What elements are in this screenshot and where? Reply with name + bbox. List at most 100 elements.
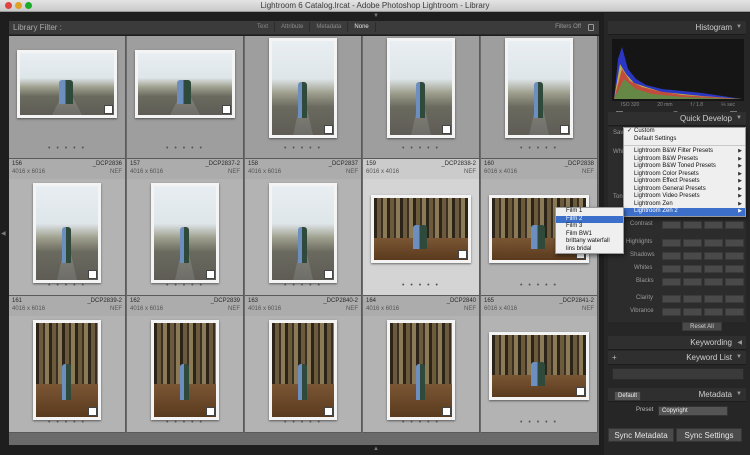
grid-cell[interactable]: 161 _DCP2839-2 4016 x 6016 NEF • • • • •: [9, 296, 126, 433]
filter-tab-none[interactable]: None: [348, 22, 376, 32]
photo-thumbnail[interactable]: [135, 50, 235, 118]
rating-dots[interactable]: • • • • •: [9, 145, 125, 152]
preset-menu-item[interactable]: Lightroom B&W Toned Presets ▶: [624, 163, 745, 171]
submenu-item[interactable]: Film 2: [556, 215, 623, 223]
preset-menu-item[interactable]: Lightroom General Presets ▶: [624, 186, 745, 194]
grid-cell[interactable]: • • • • •: [9, 36, 126, 159]
photo-thumbnail[interactable]: [387, 38, 455, 138]
keywording-title: Keywording: [690, 338, 732, 347]
grid-cell[interactable]: 156 _DCP2836 4016 x 6016 NEF • • • • •: [9, 159, 126, 296]
filter-tab-attribute[interactable]: Attribute: [275, 22, 311, 32]
grid-cell[interactable]: • • • • •: [481, 36, 598, 159]
photo-thumbnail[interactable]: [387, 320, 455, 420]
preset-menu-item[interactable]: ✓ Custom: [624, 128, 745, 136]
grid-cell[interactable]: 164 _DCP2840 4016 x 6016 NEF • • • • •: [363, 296, 480, 433]
photo-thumbnail[interactable]: [17, 50, 117, 118]
grid-cell[interactable]: 159 _DCP2838-2 6016 x 4016 NEF • • • • •: [363, 159, 480, 296]
rating-dots[interactable]: • • • • •: [9, 419, 125, 426]
rating-dots[interactable]: • • • • •: [481, 282, 597, 289]
keyword-filter-input[interactable]: [612, 368, 744, 380]
photo-thumbnail[interactable]: [505, 38, 573, 138]
submenu-item[interactable]: Film 1: [556, 208, 623, 216]
rating-dots[interactable]: • • • • •: [363, 419, 479, 426]
add-keyword-icon[interactable]: +: [612, 353, 617, 362]
photo-thumbnail[interactable]: [151, 183, 219, 283]
whites-buttons[interactable]: [662, 265, 744, 273]
photo-thumbnail[interactable]: [269, 320, 337, 420]
top-panel-toggle-icon[interactable]: ▼: [373, 13, 379, 19]
cell-info: 158 _DCP2837 4016 x 6016 NEF: [245, 159, 361, 179]
contrast-buttons[interactable]: [662, 221, 744, 229]
photo-thumbnail[interactable]: [269, 183, 337, 283]
filter-tab-metadata[interactable]: Metadata: [310, 22, 349, 32]
preset-menu-item[interactable]: Lightroom Effect Presets ▶: [624, 178, 745, 186]
cell-filename: _DCP2838: [564, 161, 594, 167]
collapse-icon: ▼: [736, 115, 742, 121]
rating-dots[interactable]: • • • • •: [9, 282, 125, 289]
cell-number: 162: [130, 298, 141, 304]
quick-develop-header[interactable]: Quick Develop ▼: [608, 112, 746, 126]
sync-metadata-button[interactable]: Sync Metadata: [608, 428, 674, 442]
blacks-buttons[interactable]: [662, 278, 744, 286]
submenu-arrow-icon: ▶: [738, 200, 742, 207]
highlights-buttons[interactable]: [662, 239, 744, 247]
photo-thumbnail[interactable]: [151, 320, 219, 420]
preset-menu-item[interactable]: Lightroom B&W Presets ▶: [624, 156, 745, 164]
photo-thumbnail[interactable]: [489, 332, 589, 400]
lock-icon[interactable]: [588, 24, 594, 31]
submenu-item[interactable]: lins bridal: [556, 246, 623, 254]
submenu-item[interactable]: Film BW1: [556, 231, 623, 239]
left-panel-toggle-icon[interactable]: ◀: [1, 230, 6, 237]
keyword-list-header[interactable]: Keyword List ▼ +: [608, 351, 746, 365]
rating-dots[interactable]: • • • • •: [363, 145, 479, 152]
metadata-preset-dropdown[interactable]: Copyright: [658, 406, 728, 416]
preset-menu-item[interactable]: Lightroom B&W Filter Presets ▶: [624, 148, 745, 156]
grid-cell[interactable]: • • • • •: [363, 36, 480, 159]
metadata-header[interactable]: Metadata ▼ Default: [608, 388, 746, 402]
grid-cell[interactable]: 158 _DCP2837 4016 x 6016 NEF • • • • •: [245, 159, 362, 296]
submenu-item[interactable]: brittany waterfall: [556, 238, 623, 246]
submenu-item[interactable]: Film 3: [556, 223, 623, 231]
sync-settings-button[interactable]: Sync Settings: [676, 428, 742, 442]
metadata-view-dropdown[interactable]: Default: [614, 391, 642, 401]
keywording-header[interactable]: Keywording ◀: [608, 336, 746, 350]
histogram-header[interactable]: Histogram ▼: [608, 21, 746, 35]
preset-menu-item[interactable]: Default Settings: [624, 136, 745, 144]
cell-filetype: NEF: [110, 306, 122, 312]
rating-dots[interactable]: • • • • •: [127, 145, 243, 152]
shadows-buttons[interactable]: [662, 252, 744, 260]
vibrance-buttons[interactable]: [662, 308, 744, 316]
submenu-arrow-icon: ▶: [738, 178, 742, 184]
reset-all-button[interactable]: Reset All: [682, 322, 722, 331]
rating-dots[interactable]: • • • • •: [481, 419, 597, 426]
preset-menu-item[interactable]: Lightroom Color Presets ▶: [624, 171, 745, 179]
photo-thumbnail[interactable]: [33, 320, 101, 420]
cell-filename: _DCP2837-2: [205, 161, 240, 167]
grid-cell[interactable]: 162 _DCP2839 4016 x 6016 NEF • • • • •: [127, 296, 244, 433]
clarity-buttons[interactable]: [662, 295, 744, 303]
keyword-list-title: Keyword List: [686, 353, 732, 362]
grid-cell[interactable]: 163 _DCP2840-2 4016 x 6016 NEF • • • • •: [245, 296, 362, 433]
photo-thumbnail[interactable]: [371, 195, 471, 263]
photo-thumbnail[interactable]: [269, 38, 337, 138]
preset-menu-item[interactable]: Lightroom Video Presets ▶: [624, 193, 745, 201]
photo-thumbnail[interactable]: [33, 183, 101, 283]
rating-dots[interactable]: • • • • •: [363, 282, 479, 289]
filters-off-dropdown[interactable]: Filters Off: [555, 24, 581, 30]
filter-tab-text[interactable]: Text: [251, 22, 276, 32]
rating-dots[interactable]: • • • • •: [127, 419, 243, 426]
couple-figure: [298, 364, 307, 401]
rating-dots[interactable]: • • • • •: [245, 419, 361, 426]
preset-menu-item[interactable]: Lightroom Zen 2 ▶: [624, 208, 745, 216]
grid-cell[interactable]: • • • • •: [245, 36, 362, 159]
preset-menu-item[interactable]: Lightroom Zen ▶: [624, 201, 745, 209]
bottom-panel-toggle-icon[interactable]: ▲: [373, 446, 379, 452]
grid-cell[interactable]: • • • • •: [127, 36, 244, 159]
grid-cell[interactable]: 157 _DCP2837-2 4016 x 6016 NEF • • • • •: [127, 159, 244, 296]
rating-dots[interactable]: • • • • •: [127, 282, 243, 289]
grid-cell[interactable]: 165 _DCP2841-2 6016 x 4016 NEF • • • • •: [481, 296, 598, 433]
rating-dots[interactable]: • • • • •: [245, 145, 361, 152]
rating-dots[interactable]: • • • • •: [245, 282, 361, 289]
rating-dots[interactable]: • • • • •: [481, 145, 597, 152]
cell-dimensions: 6016 x 4016: [366, 169, 400, 175]
